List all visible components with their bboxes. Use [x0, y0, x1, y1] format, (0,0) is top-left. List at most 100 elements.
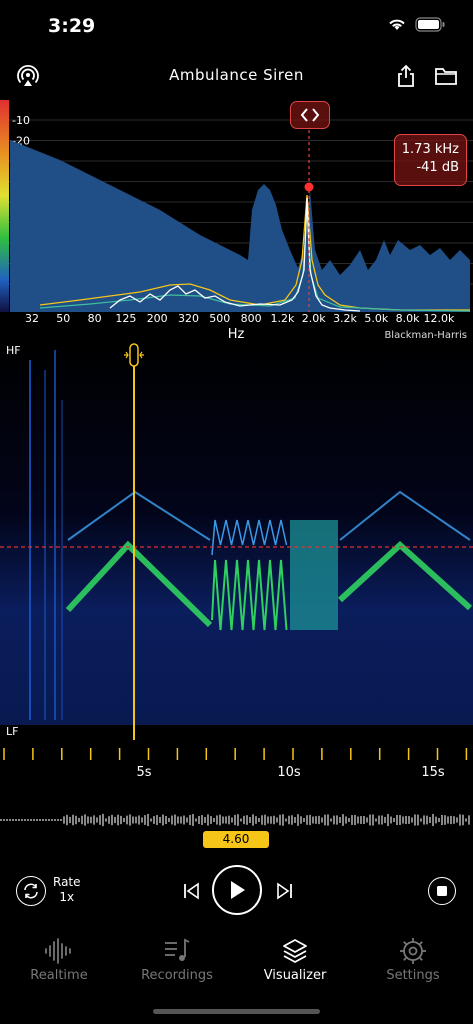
waveform-bar — [195, 818, 197, 822]
waveform-bar — [105, 818, 107, 822]
waveform-bar — [228, 815, 230, 825]
battery-icon — [415, 17, 445, 32]
waveform-bar — [204, 816, 206, 824]
tab-recordings[interactable]: Recordings — [118, 936, 236, 983]
waveform-bar — [132, 816, 134, 824]
spectrogram[interactable] — [0, 340, 473, 740]
frequency-tick-label: 5.0k — [364, 312, 389, 325]
waveform-bar — [90, 816, 92, 824]
waveform-bar — [207, 814, 209, 826]
playhead-time-value[interactable]: 4.60 — [203, 831, 269, 848]
peak-readout: 1.73 kHz -41 dB — [394, 134, 467, 186]
waveform-bar — [63, 816, 65, 824]
time-ticks — [3, 748, 468, 760]
time-label-5s: 5s — [136, 765, 152, 780]
waveform-bar — [255, 816, 257, 824]
waveform-bar — [327, 814, 329, 826]
waveform-bar — [36, 819, 38, 821]
playback-controls: Rate 1x — [0, 862, 473, 918]
waveform-bar — [183, 815, 185, 825]
waveform-bar — [237, 814, 239, 826]
spectrogram-background — [0, 340, 473, 725]
status-time: 3:29 — [48, 15, 96, 37]
waveform-bar — [297, 814, 299, 826]
waveform-bar — [258, 817, 260, 823]
waveform-bar — [330, 818, 332, 822]
rate-readout[interactable]: Rate 1x — [53, 875, 81, 905]
peak-level: -41 dB — [416, 160, 459, 175]
waveform-bar — [435, 816, 437, 824]
waveform-bar — [57, 819, 59, 821]
rate-label: Rate — [53, 875, 81, 889]
step-back-icon[interactable] — [180, 879, 204, 903]
waveform-bar — [189, 814, 191, 826]
waveform-bar — [24, 819, 26, 821]
waveform-bar — [321, 817, 323, 823]
waveform-bar — [357, 816, 359, 824]
step-forward-icon[interactable] — [272, 879, 296, 903]
waveform-bar — [15, 819, 17, 821]
frequency-tick-label: 500 — [209, 312, 231, 325]
waveform-bar — [354, 814, 356, 826]
waveform-bar — [450, 815, 452, 825]
waveform-bar — [48, 819, 50, 821]
waveform-bar — [324, 814, 326, 826]
frequency-tick-label: 2.0k — [301, 312, 326, 325]
play-button[interactable] — [212, 865, 262, 915]
tab-realtime[interactable]: Realtime — [0, 936, 118, 983]
tab-bar: Realtime Recordings Visualizer Settings — [0, 936, 473, 996]
tab-settings[interactable]: Settings — [354, 936, 472, 983]
rate-value: 1x — [59, 890, 75, 904]
waveform-bar — [438, 817, 440, 823]
waveform-bar — [114, 816, 116, 824]
waveform-bar — [360, 816, 362, 824]
waveform-bar — [372, 814, 374, 826]
folder-icon[interactable] — [432, 62, 460, 90]
share-icon[interactable] — [392, 62, 420, 90]
waveform-bar — [432, 813, 434, 827]
waveform-bar — [141, 817, 143, 823]
waveform-bar — [165, 815, 167, 825]
loop-icon — [24, 883, 38, 899]
waveform-bar — [99, 815, 101, 825]
frequency-marker-handle[interactable] — [290, 101, 330, 129]
waveform-bar — [363, 815, 365, 825]
stop-button[interactable] — [428, 877, 456, 905]
waveform-bar — [294, 816, 296, 824]
waveform-bar — [234, 814, 236, 826]
waveform-bar — [72, 814, 74, 826]
waveform-bar — [303, 817, 305, 823]
waveform-bar — [285, 818, 287, 822]
waveform-bar — [21, 819, 23, 821]
waveform-bar — [3, 819, 5, 821]
waveform-bar — [279, 814, 281, 826]
waveform-bar — [387, 814, 389, 826]
rate-button[interactable] — [16, 876, 46, 906]
waveform-bar — [12, 819, 14, 821]
waveform-bar — [240, 818, 242, 822]
waveform-bar — [429, 816, 431, 824]
waveform-bar — [33, 819, 35, 821]
tab-visualizer[interactable]: Visualizer — [236, 936, 354, 983]
play-icon — [231, 881, 245, 899]
waveform-bar — [39, 819, 41, 821]
waveform-bar — [102, 813, 104, 827]
frequency-tick-label: 80 — [87, 312, 102, 325]
peak-marker-dot — [304, 182, 314, 192]
waveform-bar — [414, 814, 416, 826]
waveform-bar — [84, 814, 86, 826]
waveform-bar — [216, 815, 218, 825]
waveform-bar — [417, 814, 419, 826]
waveform-bar — [273, 815, 275, 825]
waveform-bar — [267, 816, 269, 824]
waveform-bar — [381, 815, 383, 825]
waveform-icon — [45, 938, 71, 964]
frequency-tick-label: 32 — [25, 312, 39, 325]
waveform-bar — [447, 816, 449, 824]
spectrum-analyzer[interactable]: -10-20-30-40-50-60-70-80-90 — [0, 100, 473, 315]
time-label-15s: 15s — [421, 765, 445, 780]
tab-visualizer-label: Visualizer — [263, 968, 327, 983]
waveform-bar — [309, 814, 311, 826]
db-color-scale — [0, 100, 9, 312]
waveform-bar — [198, 815, 200, 825]
